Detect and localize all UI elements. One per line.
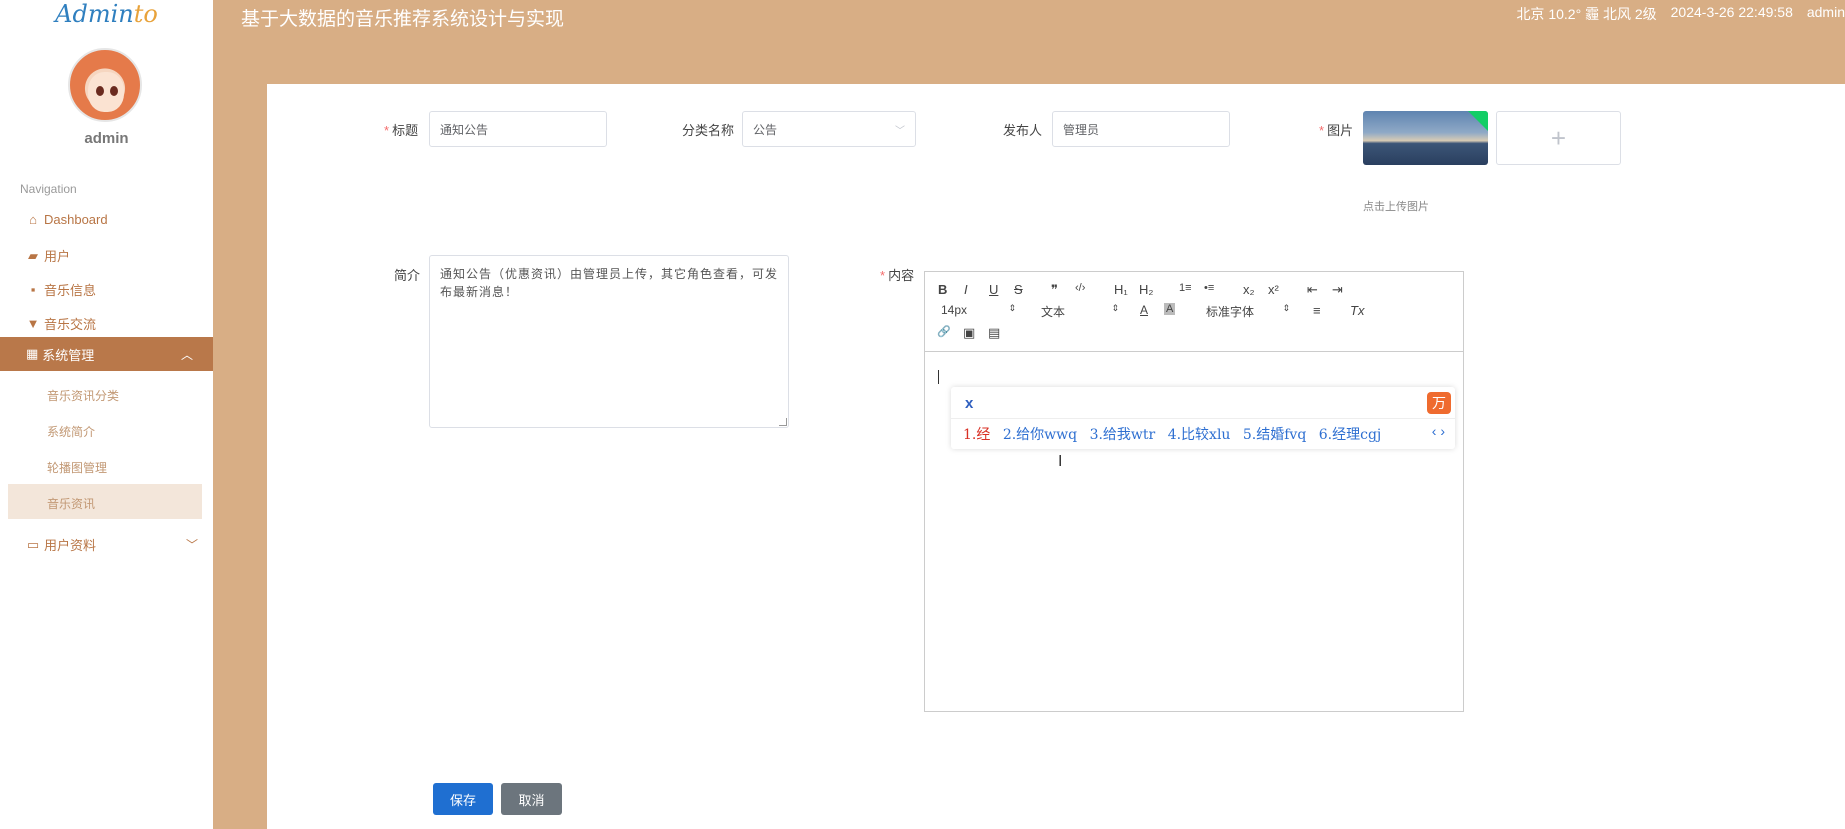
summary-label: 简介 (394, 268, 421, 283)
ime-candidate[interactable]: 2.给你wwq (1003, 427, 1077, 443)
ime-candidate[interactable]: 4.比较xlu (1168, 427, 1231, 443)
italic-button[interactable]: I (964, 282, 968, 297)
weather-text: 北京 10.2° 霾 北风 2级 (1516, 6, 1657, 22)
ime-candidate[interactable]: 6.经理cgj (1319, 427, 1382, 443)
h2-button[interactable]: H₂ (1139, 282, 1153, 297)
sidebar-item-system-management[interactable]: ▦ 系统管理 ︿ (0, 337, 213, 371)
sidebar-item-user-profile[interactable]: ▭ 用户资料 ﹀ (26, 535, 198, 554)
username: admin (84, 130, 129, 147)
avatar[interactable] (68, 48, 142, 122)
strike-button[interactable]: S (1014, 282, 1023, 297)
publisher-label: 发布人 (1003, 123, 1043, 138)
bullet-list-button[interactable]: •≡ (1204, 282, 1214, 294)
updown-icon: ⇕ (1111, 303, 1119, 313)
background-color-button[interactable]: A (1164, 303, 1176, 315)
cancel-button[interactable]: 取消 (501, 783, 562, 815)
blockquote-button[interactable]: ❞ (1051, 282, 1058, 298)
updown-icon: ⇕ (1008, 303, 1016, 313)
rich-text-editor: B I U S ❞ ‹/› H₁ H₂ 1≡ •≡ x₂ x² ⇤ ⇥ 14px… (924, 271, 1464, 712)
ime-logo-icon[interactable]: 万 (1427, 392, 1451, 414)
sidebar-item-users[interactable]: ▰ 用户 (26, 246, 70, 265)
category-select[interactable]: 公告 ﹀ (742, 111, 916, 147)
sidebar-item-dashboard[interactable]: ⌂ Dashboard (26, 212, 108, 227)
title-label: * 标题 (384, 123, 419, 138)
subscript-button[interactable]: x₂ (1243, 282, 1255, 297)
card-icon: ▭ (26, 536, 40, 552)
video-icon[interactable]: ▤ (988, 325, 1000, 341)
bold-button[interactable]: B (938, 282, 947, 297)
code-button[interactable]: ‹/› (1075, 282, 1085, 294)
sidebar-subitem-selected-bg (8, 484, 202, 519)
superscript-button[interactable]: x² (1268, 282, 1279, 297)
chevron-down-icon: ﹀ (895, 126, 905, 137)
category-label: 分类名称 (682, 123, 735, 138)
image-icon[interactable]: ▣ (963, 325, 975, 341)
editor-toolbar: B I U S ❞ ‹/› H₁ H₂ 1≡ •≡ x₂ x² ⇤ ⇥ 14px… (925, 272, 1463, 352)
grid-icon: ▦ (26, 346, 39, 361)
save-button[interactable]: 保存 (433, 783, 493, 815)
image-label: * 图片 (1319, 123, 1354, 138)
outdent-button[interactable]: ⇤ (1307, 282, 1318, 298)
sidebar-subitem-carousel[interactable]: 轮播图管理 (47, 459, 107, 476)
image-upload-button[interactable]: + (1496, 111, 1621, 165)
ime-candidate[interactable]: 1.经 (963, 427, 990, 443)
ordered-list-button[interactable]: 1≡ (1179, 282, 1192, 294)
font-size-select[interactable]: 14px ⇕ (941, 303, 1016, 317)
sidebar-subitem-music-news[interactable]: 音乐资讯 (47, 495, 95, 512)
font-family-select[interactable]: 标准字体 ⇕ (1206, 303, 1290, 320)
title-input[interactable]: 通知公告 (429, 111, 607, 147)
ime-candidates: 1.经 2.给你wwq 3.给我wtr 4.比较xlu 5.结婚fvq 6.经理… (963, 424, 1389, 444)
sidebar: Adminto admin Navigation ⌂ Dashboard ▰ 用户 … (0, 0, 213, 829)
align-button[interactable]: ≡ (1313, 303, 1321, 318)
ime-page-arrows[interactable]: ‹ › (1432, 423, 1445, 439)
link-icon[interactable]: 🔗 (937, 325, 951, 338)
chevron-up-icon: ︿ (180, 348, 193, 362)
h1-button[interactable]: H₁ (1114, 282, 1128, 297)
page-title: 基于大数据的音乐推荐系统设计与实现 (241, 9, 565, 30)
ime-candidate[interactable]: 5.结婚fvq (1243, 427, 1306, 443)
chevron-down-icon: ﹀ (186, 538, 199, 552)
uploaded-image-thumbnail[interactable] (1363, 111, 1488, 165)
font-color-button[interactable]: A (1140, 303, 1148, 317)
sidebar-item-music-info[interactable]: ▪ 音乐信息 (26, 280, 96, 299)
header-status: 北京 10.2° 霾 北风 2级 2024-3-26 22:49:58 admi… (1516, 4, 1845, 24)
underline-button[interactable]: U (989, 282, 998, 297)
content-label: * 内容 (880, 268, 915, 283)
nav-section-title: Navigation (20, 182, 77, 196)
header-user[interactable]: admin (1807, 4, 1845, 24)
mouse-ibeam-cursor: I (1058, 453, 1063, 470)
ticket-icon: ▰ (28, 247, 38, 263)
sidebar-subitem-system-intro[interactable]: 系统简介 (47, 423, 95, 440)
cup-icon: ▼ (26, 316, 40, 331)
summary-textarea[interactable]: 通知公告（优惠资讯）由管理员上传，其它角色查看，可发布最新消息！ (429, 255, 789, 428)
indent-button[interactable]: ⇥ (1332, 282, 1343, 298)
updown-icon: ⇕ (1282, 303, 1290, 313)
ime-input-text: x (965, 395, 974, 412)
sidebar-item-music-exchange[interactable]: ▼ 音乐交流 (26, 314, 96, 333)
resize-handle[interactable] (779, 418, 787, 426)
publisher-input[interactable]: 管理员 (1052, 111, 1230, 147)
paragraph-select[interactable]: 文本 ⇕ (1041, 303, 1119, 320)
ime-input-row: x 万 (951, 387, 1455, 419)
upload-hint: 点击上传图片 (1363, 201, 1429, 213)
ime-candidate[interactable]: 3.给我wtr (1090, 427, 1156, 443)
datetime-text: 2024-3-26 22:49:58 (1670, 4, 1793, 20)
app-logo[interactable]: Adminto (0, 0, 213, 30)
sidebar-subitem-music-news-category[interactable]: 音乐资讯分类 (47, 387, 119, 404)
text-cursor (938, 370, 939, 384)
main-form-card: * 标题 通知公告 分类名称 公告 ﹀ 发布人 管理员 * 图片 + 点击上传图片 … (267, 84, 1845, 829)
camera-icon: ▪ (30, 282, 36, 297)
uploaded-check-badge (1468, 111, 1488, 131)
home-icon: ⌂ (29, 212, 37, 227)
clear-format-button[interactable]: Tx (1350, 303, 1364, 318)
ime-candidate-popup: x 万 1.经 2.给你wwq 3.给我wtr 4.比较xlu 5.结婚fvq … (951, 387, 1455, 449)
